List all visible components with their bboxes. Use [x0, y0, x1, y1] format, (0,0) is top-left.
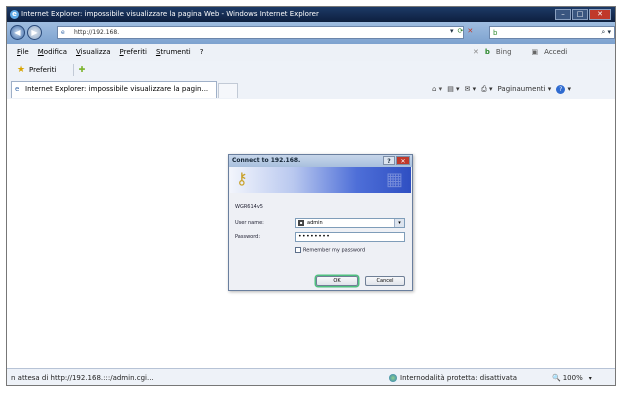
dialog-realm: WGR614v5	[235, 204, 263, 210]
help-menu[interactable]: ? ▾	[556, 84, 571, 94]
dialog-close-button[interactable]: ✕	[396, 156, 410, 165]
maximize-button[interactable]: □	[572, 9, 588, 20]
bing-logo-icon: b	[484, 48, 490, 56]
dropdown-arrow-icon[interactable]: ▾	[450, 27, 454, 35]
remember-label: Remember my password	[303, 247, 366, 254]
dialog-title: Connect to 192.168.	[232, 157, 301, 164]
globe-icon	[389, 374, 397, 382]
forward-button[interactable]: ▶	[27, 25, 42, 40]
menu-bar: File Modifica Visualizza Preferiti Strum…	[7, 44, 615, 62]
zoom-dropdown-icon[interactable]: ▾	[589, 375, 592, 382]
tab-active[interactable]: e Internet Explorer: impossibile visuali…	[11, 81, 217, 98]
menu-strumenti[interactable]: Strumenti	[156, 44, 191, 61]
window-title: Internet Explorer: impossibile visualizz…	[21, 10, 319, 18]
protected-mode-label: Internodalità protetta: disattivata	[400, 374, 517, 382]
help-icon: ?	[556, 84, 566, 94]
menu-file[interactable]: File	[17, 44, 29, 61]
close-window-button[interactable]: ✕	[589, 9, 611, 20]
window-controls: – □ ✕	[555, 9, 611, 20]
chevron-down-icon[interactable]: ▾	[394, 219, 404, 227]
dialog-help-button[interactable]: ?	[383, 156, 395, 165]
dialog-controls: ? ✕	[383, 156, 410, 165]
browser-window: e Internet Explorer: impossibile visuali…	[6, 6, 616, 386]
menu-help[interactable]: ?	[200, 44, 204, 61]
menu-preferiti[interactable]: Preferiti	[120, 44, 147, 61]
feeds-icon[interactable]: ▤ ▾	[447, 85, 459, 93]
zoom-icon: 🔍	[552, 374, 561, 382]
command-bar: ⌂ ▾ ▤ ▾ ✉ ▾ ⎙ ▾ Paginaumenti ▾ ? ▾	[432, 79, 571, 99]
tab-bar: e Internet Explorer: impossibile visuali…	[7, 79, 615, 100]
menu-visualizza[interactable]: Visualizza	[76, 44, 111, 61]
menu-modifica[interactable]: Modifica	[38, 44, 67, 61]
username-label: User name:	[235, 220, 264, 226]
page-content: Connect to 192.168. ? ✕ ⚷ ▦ WGR614v5 Use…	[7, 99, 615, 368]
page-menu[interactable]: Paginaumenti ▾	[498, 85, 552, 93]
username-value: admin	[307, 220, 323, 226]
search-icon[interactable]: ⌕ ▾	[601, 28, 611, 37]
address-tools: ▾ ⟳ ✕	[450, 27, 473, 35]
title-bar: e Internet Explorer: impossibile visuali…	[7, 7, 615, 22]
favorites-button[interactable]: Preferiti	[29, 61, 56, 79]
tab-label: Internet Explorer: impossibile visualizz…	[25, 85, 209, 93]
status-text: n attesa di http://192.168.:::/admin.cgi…	[11, 374, 154, 382]
add-favorites-icon[interactable]: ✚	[73, 64, 90, 76]
ie-tab-icon: e	[15, 85, 20, 93]
accedi-icon: ▣	[531, 48, 539, 56]
remember-password[interactable]: Remember my password	[295, 247, 365, 255]
remember-checkbox[interactable]	[295, 247, 301, 253]
close-bar-icon[interactable]: ✕	[473, 44, 479, 61]
back-button[interactable]: ◀	[10, 25, 25, 40]
menu-items: File Modifica Visualizza Preferiti Strum…	[17, 44, 203, 61]
keys-icon: ⚷	[236, 169, 248, 188]
favorites-star-icon[interactable]: ★	[17, 61, 25, 79]
password-value: ••••••••	[298, 233, 331, 240]
links-bar: ✕ b Bing ▣ Accedi	[473, 44, 567, 61]
bing-icon: b	[493, 29, 498, 37]
mail-icon[interactable]: ✉ ▾	[465, 85, 477, 93]
address-input[interactable]: e http://192.168.	[57, 26, 464, 39]
status-bar: n attesa di http://192.168.:::/admin.cgi…	[7, 368, 615, 385]
password-field[interactable]: ••••••••	[295, 232, 405, 242]
page-menu-label: Paginaumenti ▾	[497, 85, 552, 93]
print-icon[interactable]: ⎙ ▾	[481, 85, 492, 94]
dialog-title-bar: Connect to 192.168. ? ✕	[229, 155, 412, 167]
zoom-level: 100%	[562, 374, 583, 382]
username-field[interactable]: ▪ admin ▾	[295, 218, 405, 228]
bing-label[interactable]: Bing	[496, 44, 512, 61]
minimize-button[interactable]: –	[555, 9, 571, 20]
protected-mode-status[interactable]: Internodalità protetta: disattivata	[389, 369, 517, 385]
cancel-button[interactable]: Cancel	[365, 276, 405, 286]
new-tab-button[interactable]	[218, 83, 238, 98]
ok-button[interactable]: OK	[316, 276, 358, 286]
refresh-icon[interactable]: ⟳	[458, 27, 464, 35]
login-dialog: Connect to 192.168. ? ✕ ⚷ ▦ WGR614v5 Use…	[228, 154, 413, 291]
page-icon: e	[61, 29, 65, 36]
favorites-bar: ★ Preferiti ✚	[7, 61, 615, 80]
ie-app-icon: e	[10, 10, 19, 19]
address-url: http://192.168.	[74, 29, 120, 36]
address-bar-row: ◀ ▶ e http://192.168. ▾ ⟳ ✕ b ⌕ ▾	[7, 22, 615, 44]
password-label: Password:	[235, 234, 261, 240]
stop-icon[interactable]: ✕	[467, 27, 473, 35]
home-icon[interactable]: ⌂ ▾	[432, 85, 442, 93]
dialog-banner: ⚷ ▦	[230, 167, 411, 193]
user-icon: ▪	[298, 220, 304, 226]
zoom-control[interactable]: 🔍 100% ▾	[552, 369, 592, 385]
search-input[interactable]: b ⌕ ▾	[489, 26, 615, 39]
accedi-link[interactable]: Accedi	[544, 44, 567, 61]
banner-decoration-icon: ▦	[385, 169, 403, 190]
